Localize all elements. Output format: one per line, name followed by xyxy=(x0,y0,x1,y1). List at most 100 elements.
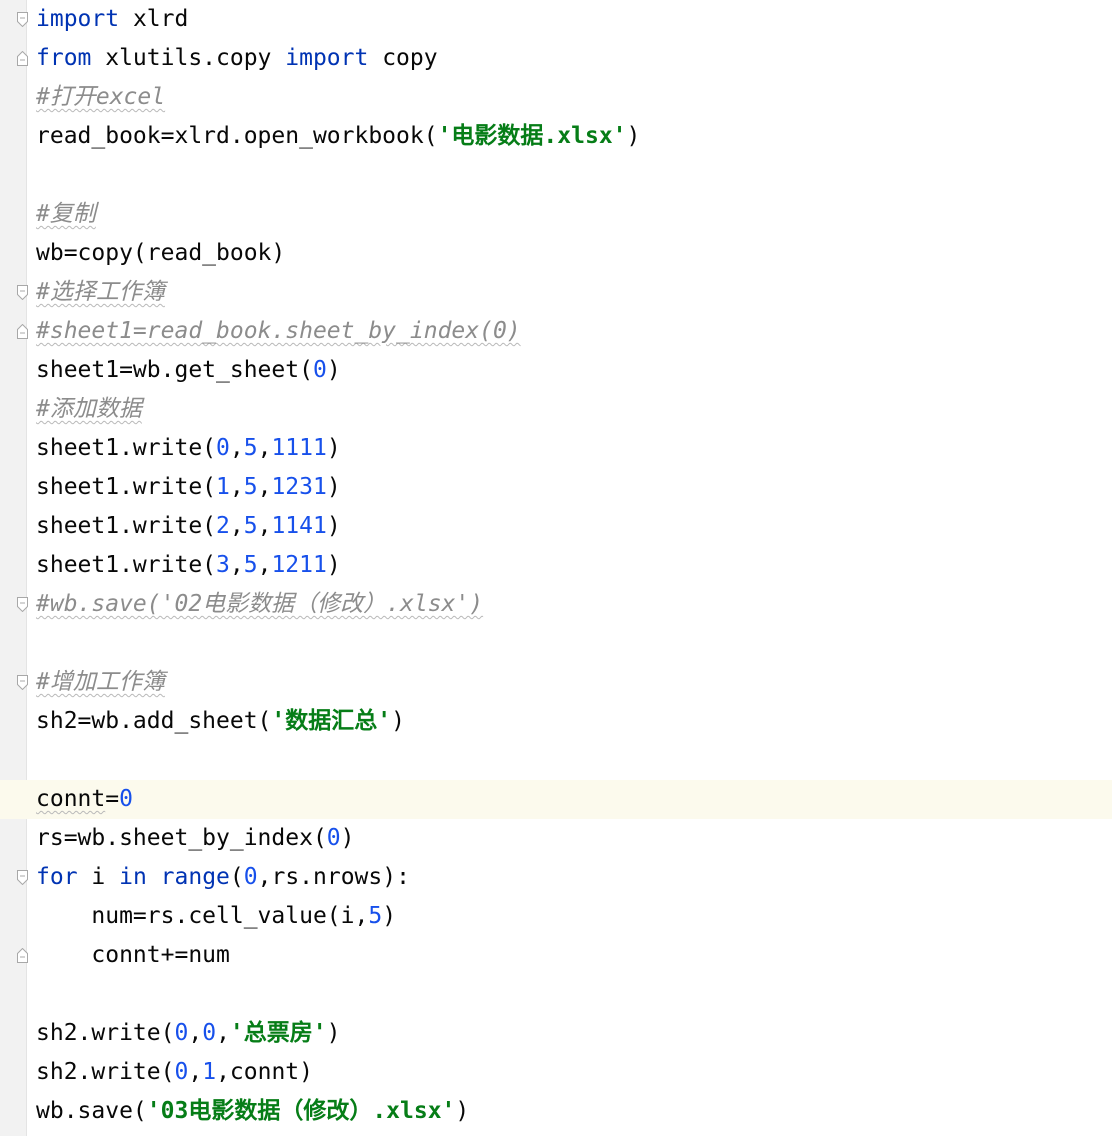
code-token: sheet1.write( xyxy=(36,552,217,578)
number-token: 0 xyxy=(312,357,327,383)
fold-end-icon[interactable] xyxy=(17,948,28,963)
code-token: ) xyxy=(340,825,355,851)
comment-token: #打开excel xyxy=(36,84,166,110)
code-line[interactable]: sheet1=wb.get_sheet(0) xyxy=(0,351,1112,390)
code-line[interactable] xyxy=(0,156,1112,195)
fold-collapse-icon[interactable] xyxy=(17,870,28,885)
code-line[interactable]: #选择工作簿 xyxy=(0,273,1112,312)
comment-token: #sheet1=read_book.sheet_by_index(0) xyxy=(36,318,521,344)
code-line[interactable]: #打开excel xyxy=(0,78,1112,117)
code-line[interactable]: sheet1.write(2,5,1141) xyxy=(0,507,1112,546)
number-token: 1 xyxy=(216,474,230,500)
code-token: connt+=num xyxy=(36,942,230,968)
code-token: i xyxy=(77,864,120,890)
code-token: , xyxy=(188,1059,203,1085)
code-line[interactable]: read_book=xlrd.open_workbook('电影数据.xlsx'… xyxy=(0,117,1112,156)
number-token: 0 xyxy=(119,786,133,812)
code-token: ( xyxy=(229,864,244,890)
code-token: wb=copy(read_book) xyxy=(36,240,286,266)
code-line[interactable]: num=rs.cell_value(i,5) xyxy=(0,897,1112,936)
code-token: ) xyxy=(326,474,341,500)
code-line[interactable]: wb=copy(read_book) xyxy=(0,234,1112,273)
code-editor[interactable]: import xlrd from xlutils.copy import copy… xyxy=(0,0,1112,1136)
string-token: '03电影数据（修改）.xlsx' xyxy=(146,1098,456,1124)
code-token: rs=wb.sheet_by_index( xyxy=(36,825,327,851)
code-line[interactable]: for i in range(0,rs.nrows): xyxy=(0,858,1112,897)
fold-collapse-icon[interactable] xyxy=(17,675,28,690)
code-token: ,connt) xyxy=(216,1059,313,1085)
code-token: ) xyxy=(326,357,341,383)
fold-end-icon[interactable] xyxy=(17,324,28,339)
number-token: 3 xyxy=(216,552,230,578)
code-token: sheet1.write( xyxy=(36,513,217,539)
number-token: 1141 xyxy=(271,513,327,539)
fold-collapse-icon[interactable] xyxy=(17,12,28,27)
fold-end-icon[interactable] xyxy=(17,51,28,66)
number-token: 1231 xyxy=(271,474,327,500)
code-token: , xyxy=(229,552,244,578)
code-lines[interactable]: import xlrd from xlutils.copy import copy… xyxy=(0,0,1112,1131)
number-token: 1111 xyxy=(271,435,327,461)
code-token: wb.save( xyxy=(36,1098,147,1124)
code-token: ) xyxy=(626,123,641,149)
code-token: sh2.write( xyxy=(36,1059,175,1085)
code-token: , xyxy=(229,513,244,539)
code-token: read_book=xlrd.open_workbook( xyxy=(36,123,438,149)
string-token: '电影数据.xlsx' xyxy=(437,123,627,149)
code-token: , xyxy=(229,474,244,500)
number-token: 1211 xyxy=(271,552,327,578)
code-line[interactable] xyxy=(0,975,1112,1014)
string-token: '总票房' xyxy=(229,1020,327,1046)
code-token: , xyxy=(257,513,272,539)
code-line[interactable] xyxy=(0,741,1112,780)
fold-collapse-icon[interactable] xyxy=(17,285,28,300)
keyword-token: for xyxy=(36,864,78,890)
number-token: 5 xyxy=(243,513,258,539)
code-line[interactable]: wb.save('03电影数据（修改）.xlsx') xyxy=(0,1092,1112,1131)
code-token: , xyxy=(257,435,272,461)
code-line[interactable]: sh2=wb.add_sheet('数据汇总') xyxy=(0,702,1112,741)
code-line[interactable]: connt=0 xyxy=(0,780,1112,819)
code-line[interactable]: #wb.save('02电影数据（修改）.xlsx') xyxy=(0,585,1112,624)
comment-token: #增加工作簿 xyxy=(36,669,165,695)
keyword-token: from xyxy=(36,45,92,71)
number-token: 5 xyxy=(368,903,383,929)
code-line[interactable]: #增加工作簿 xyxy=(0,663,1112,702)
code-token: ) xyxy=(391,708,405,734)
comment-token: #wb.save('02电影数据（修改）.xlsx') xyxy=(36,591,484,617)
code-line[interactable]: import xlrd xyxy=(0,0,1112,39)
code-line[interactable]: from xlutils.copy import copy xyxy=(0,39,1112,78)
code-line[interactable]: sh2.write(0,0,'总票房') xyxy=(0,1014,1112,1053)
string-token: '数据汇总' xyxy=(271,708,392,734)
code-line[interactable]: sheet1.write(1,5,1231) xyxy=(0,468,1112,507)
code-token: = xyxy=(105,786,120,812)
keyword-token: import xyxy=(36,6,120,32)
number-token: 5 xyxy=(243,552,258,578)
code-token: connt xyxy=(36,786,106,812)
number-token: 0 xyxy=(174,1059,189,1085)
comment-token: #复制 xyxy=(36,201,96,227)
code-line[interactable]: sh2.write(0,1,connt) xyxy=(0,1053,1112,1092)
number-token: 5 xyxy=(243,435,258,461)
code-token: sh2.write( xyxy=(36,1020,175,1046)
number-token: 2 xyxy=(216,513,230,539)
code-token: ) xyxy=(326,1020,341,1046)
code-line[interactable]: #复制 xyxy=(0,195,1112,234)
code-token: ) xyxy=(326,435,341,461)
code-token: num=rs.cell_value(i, xyxy=(36,903,369,929)
code-token: ) xyxy=(455,1098,470,1124)
code-token: , xyxy=(188,1020,203,1046)
code-line[interactable] xyxy=(0,624,1112,663)
number-token: 5 xyxy=(243,474,258,500)
code-token: , xyxy=(229,435,244,461)
code-line[interactable]: connt+=num xyxy=(0,936,1112,975)
code-line[interactable]: sheet1.write(0,5,1111) xyxy=(0,429,1112,468)
fold-collapse-icon[interactable] xyxy=(17,597,28,612)
code-line[interactable]: rs=wb.sheet_by_index(0) xyxy=(0,819,1112,858)
code-line[interactable]: #添加数据 xyxy=(0,390,1112,429)
code-token: copy xyxy=(368,45,438,71)
code-token: , xyxy=(257,474,272,500)
code-line[interactable]: sheet1.write(3,5,1211) xyxy=(0,546,1112,585)
code-token: sh2=wb.add_sheet( xyxy=(36,708,272,734)
code-line[interactable]: #sheet1=read_book.sheet_by_index(0) xyxy=(0,312,1112,351)
